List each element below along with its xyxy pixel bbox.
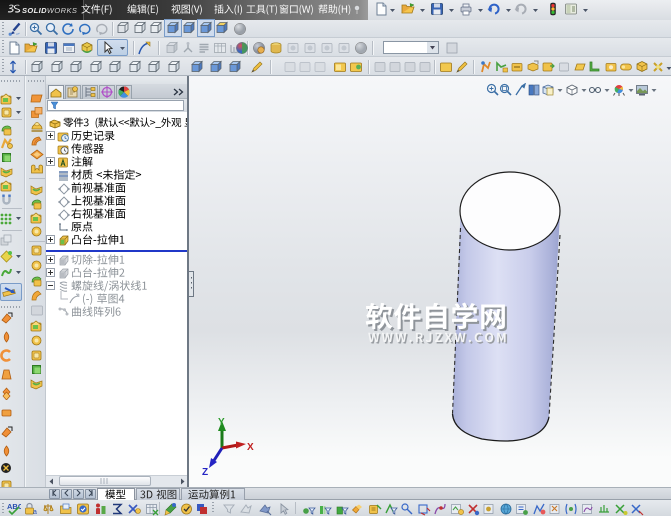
svg-text:Y: Y xyxy=(218,417,225,428)
svg-text:Z: Z xyxy=(202,467,208,478)
svg-text:ABC: ABC xyxy=(7,502,21,511)
svg-text:a: a xyxy=(33,509,37,516)
svg-text:X: X xyxy=(247,442,254,453)
